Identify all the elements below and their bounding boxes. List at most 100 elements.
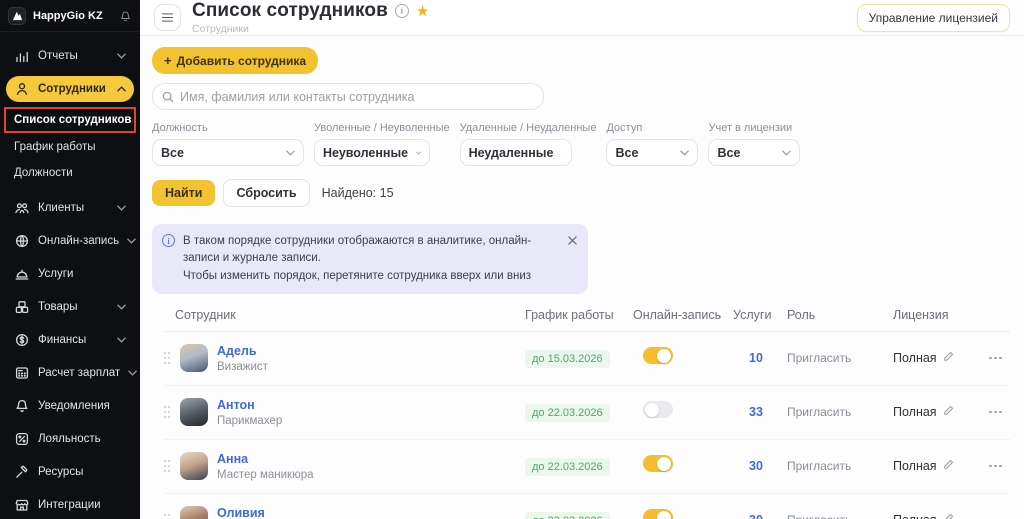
schedule-badge[interactable]: до 22.03.2026 — [525, 511, 610, 519]
reset-button[interactable]: Сбросить — [223, 179, 310, 207]
select-value: Все — [161, 145, 184, 160]
hammer-icon — [14, 464, 30, 480]
sidebar-item-finance[interactable]: Финансы — [6, 327, 134, 353]
services-count-link[interactable]: 33 — [733, 405, 787, 419]
table-row: Оливия Мастер маникюра до 22.03.2026 30 … — [164, 494, 1010, 519]
sidebar-item-integrations[interactable]: Интеграции — [6, 492, 134, 518]
invite-link[interactable]: Пригласить — [787, 513, 893, 519]
menu-button[interactable] — [154, 4, 181, 31]
logo-icon[interactable] — [8, 7, 26, 25]
invite-link[interactable]: Пригласить — [787, 405, 893, 419]
drag-handle-icon[interactable] — [164, 405, 171, 419]
edit-icon[interactable] — [943, 457, 954, 475]
sidebar-item-employees[interactable]: Сотрудники — [6, 76, 134, 102]
employees-table: Сотрудник График работы Онлайн-запись Ус… — [164, 308, 1010, 519]
storefront-icon — [14, 497, 30, 513]
employee-name-link[interactable]: Анна — [217, 452, 314, 466]
services-count-link[interactable]: 10 — [733, 351, 787, 365]
employee-cell: Антон Парикмахер — [164, 398, 525, 427]
schedule-badge[interactable]: до 22.03.2026 — [525, 403, 610, 422]
sidebar-header: HappyGio KZ — [0, 0, 140, 32]
select-value: Все — [615, 145, 639, 160]
actions-row: Найти Сбросить Найдено: 15 — [152, 179, 1010, 207]
row-menu-icon[interactable] — [989, 464, 1002, 468]
avatar — [180, 398, 208, 427]
add-employee-label: Добавить сотрудника — [176, 53, 307, 68]
bell-icon[interactable] — [119, 10, 132, 23]
manage-license-button[interactable]: Управление лицензией — [856, 3, 1010, 32]
schedule-badge[interactable]: до 22.03.2026 — [525, 457, 610, 476]
sidebar-item-work-schedule[interactable]: График работы — [4, 135, 136, 159]
sidebar-item-products[interactable]: Товары — [6, 294, 134, 320]
services-count-link[interactable]: 30 — [733, 459, 787, 473]
services-count-link[interactable]: 30 — [733, 513, 787, 519]
schedule-badge[interactable]: до 15.03.2026 — [525, 349, 610, 368]
drag-handle-icon[interactable] — [164, 351, 171, 365]
employee-position: Визажист — [217, 360, 268, 373]
employee-position: Мастер маникюра — [217, 468, 314, 481]
employee-name-link[interactable]: Антон — [217, 398, 282, 412]
sidebar-item-online-booking[interactable]: Онлайн-запись — [6, 228, 136, 254]
boxes-icon — [14, 299, 30, 315]
search-input[interactable] — [180, 89, 534, 104]
select-value: Все — [717, 145, 741, 160]
table-row: Анна Мастер маникюра до 22.03.2026 30 Пр… — [164, 440, 1010, 494]
add-employee-button[interactable]: Добавить сотрудника — [152, 47, 319, 74]
sidebar-item-clients[interactable]: Клиенты — [6, 195, 134, 221]
table-row: Адель Визажист до 15.03.2026 10 Пригласи… — [164, 332, 1010, 386]
employee-name-link[interactable]: Оливия — [217, 506, 314, 519]
breadcrumb: Сотрудники — [192, 23, 249, 35]
edit-icon[interactable] — [943, 349, 954, 367]
invite-link[interactable]: Пригласить — [787, 459, 893, 473]
sidebar-item-loyalty[interactable]: Лояльность — [6, 426, 134, 452]
deleted-select[interactable]: Неудаленные — [459, 139, 572, 166]
employee-name-link[interactable]: Адель — [217, 344, 268, 358]
main-area: Список сотрудников i ★ Сотрудники Управл… — [140, 0, 1024, 519]
chevron-down-icon — [117, 53, 126, 59]
online-booking-toggle[interactable] — [643, 401, 673, 419]
column-header-online-booking: Онлайн-запись — [633, 307, 722, 322]
license-accounting-select[interactable]: Все — [708, 139, 801, 166]
close-icon[interactable] — [568, 236, 577, 245]
drag-handle-icon[interactable] — [164, 513, 171, 519]
banner-line-2: Чтобы изменить порядок, перетяните сотру… — [183, 269, 532, 282]
sidebar-item-payroll[interactable]: Расчет зарплат — [6, 360, 137, 386]
banner-line-1: В таком порядке сотрудники отображаются … — [183, 235, 532, 265]
edit-icon[interactable] — [943, 403, 954, 421]
content: Добавить сотрудника Должность Все Уволен… — [140, 36, 1024, 519]
access-select[interactable]: Все — [606, 139, 699, 166]
row-menu-icon[interactable] — [989, 410, 1002, 414]
sidebar-item-services[interactable]: Услуги — [6, 261, 134, 287]
filter-label: Уволенные / Неуволенные — [314, 122, 450, 134]
sidebar-item-resources[interactable]: Ресурсы — [6, 459, 134, 485]
app-window: HappyGio KZ Отчеты Сотрудники Список сот… — [0, 0, 1024, 519]
drag-handle-icon[interactable] — [164, 459, 171, 473]
online-booking-toggle[interactable] — [643, 347, 673, 365]
sidebar-item-notifications[interactable]: Уведомления — [6, 393, 134, 419]
avatar — [180, 452, 208, 481]
license-value: Полная — [893, 405, 937, 420]
filter-label: Удаленные / Неудаленные — [459, 122, 597, 134]
chevron-down-icon — [127, 238, 136, 244]
edit-icon[interactable] — [943, 511, 954, 519]
sidebar-item-employee-list[interactable]: Список сотрудников — [4, 107, 136, 133]
row-menu-icon[interactable] — [989, 356, 1002, 360]
find-button[interactable]: Найти — [152, 180, 216, 206]
position-select[interactable]: Все — [152, 139, 304, 166]
favorite-icon[interactable]: ★ — [416, 4, 429, 19]
invite-link[interactable]: Пригласить — [787, 351, 893, 365]
page-title: Список сотрудников — [192, 0, 388, 21]
sidebar-item-reports[interactable]: Отчеты — [6, 43, 134, 69]
fired-select[interactable]: Неуволенные — [314, 139, 430, 166]
sidebar-item-positions[interactable]: Должности — [4, 161, 136, 185]
online-booking-toggle[interactable] — [643, 509, 673, 519]
sidebar-item-label: Уведомления — [38, 400, 110, 412]
info-icon[interactable]: i — [394, 4, 409, 18]
license-value: Полная — [893, 513, 937, 519]
online-booking-toggle[interactable] — [643, 455, 673, 473]
toggle-knob — [645, 402, 659, 417]
plus-icon — [164, 53, 172, 68]
chevron-down-icon — [117, 337, 126, 343]
toggle-knob — [657, 348, 671, 363]
people-icon — [14, 200, 30, 216]
